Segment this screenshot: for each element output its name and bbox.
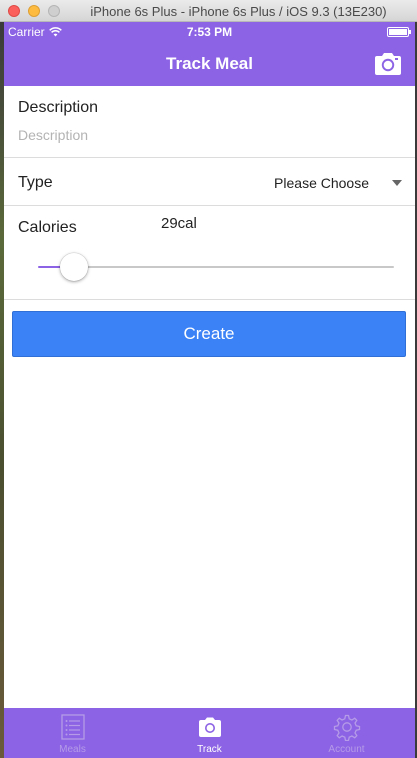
tab-bar: Meals Track Account: [4, 708, 415, 758]
tab-meals[interactable]: Meals: [4, 708, 141, 758]
type-row[interactable]: Type Please Choose: [4, 158, 415, 206]
navigation-bar: Track Meal: [4, 42, 415, 86]
calories-row: Calories 29cal: [4, 206, 415, 300]
window-minimize-button[interactable]: [28, 5, 40, 17]
calories-label: Calories: [18, 219, 77, 236]
tab-track-label: Track: [197, 744, 222, 755]
tab-account[interactable]: Account: [278, 708, 415, 758]
type-select[interactable]: Please Choose: [274, 175, 369, 191]
create-button[interactable]: Create: [12, 311, 406, 357]
status-bar: Carrier 7:53 PM: [4, 22, 415, 42]
tab-track[interactable]: Track: [141, 708, 278, 758]
tab-account-label: Account: [328, 744, 365, 755]
window-close-button[interactable]: [8, 5, 20, 17]
page-title: Track Meal: [166, 54, 253, 73]
battery-icon: [387, 27, 411, 37]
window-zoom-button[interactable]: [48, 5, 60, 17]
status-time: 7:53 PM: [186, 25, 233, 39]
window-title: iPhone 6s Plus - iPhone 6s Plus / iOS 9.…: [90, 4, 387, 19]
slider-thumb[interactable]: [59, 253, 88, 281]
description-label: Description: [18, 99, 99, 116]
slider-track: [73, 266, 394, 268]
list-icon: [60, 714, 85, 740]
tab-meals-label: Meals: [59, 744, 86, 755]
chevron-down-icon[interactable]: [392, 180, 402, 186]
window-titlebar: iPhone 6s Plus - iPhone 6s Plus / iOS 9.…: [0, 0, 417, 22]
type-label: Type: [18, 174, 53, 191]
calories-value: 29cal: [161, 215, 197, 232]
gear-icon: [333, 714, 360, 741]
camera-icon: [198, 717, 221, 737]
camera-icon[interactable]: [373, 51, 403, 77]
description-input[interactable]: [18, 125, 398, 145]
track-meal-form: Description Type Please Choose Calories …: [4, 86, 415, 300]
calories-slider[interactable]: [38, 252, 394, 282]
phone-screen: Carrier 7:53 PM Track Meal Description T…: [4, 22, 415, 758]
description-row: Description: [4, 86, 415, 158]
